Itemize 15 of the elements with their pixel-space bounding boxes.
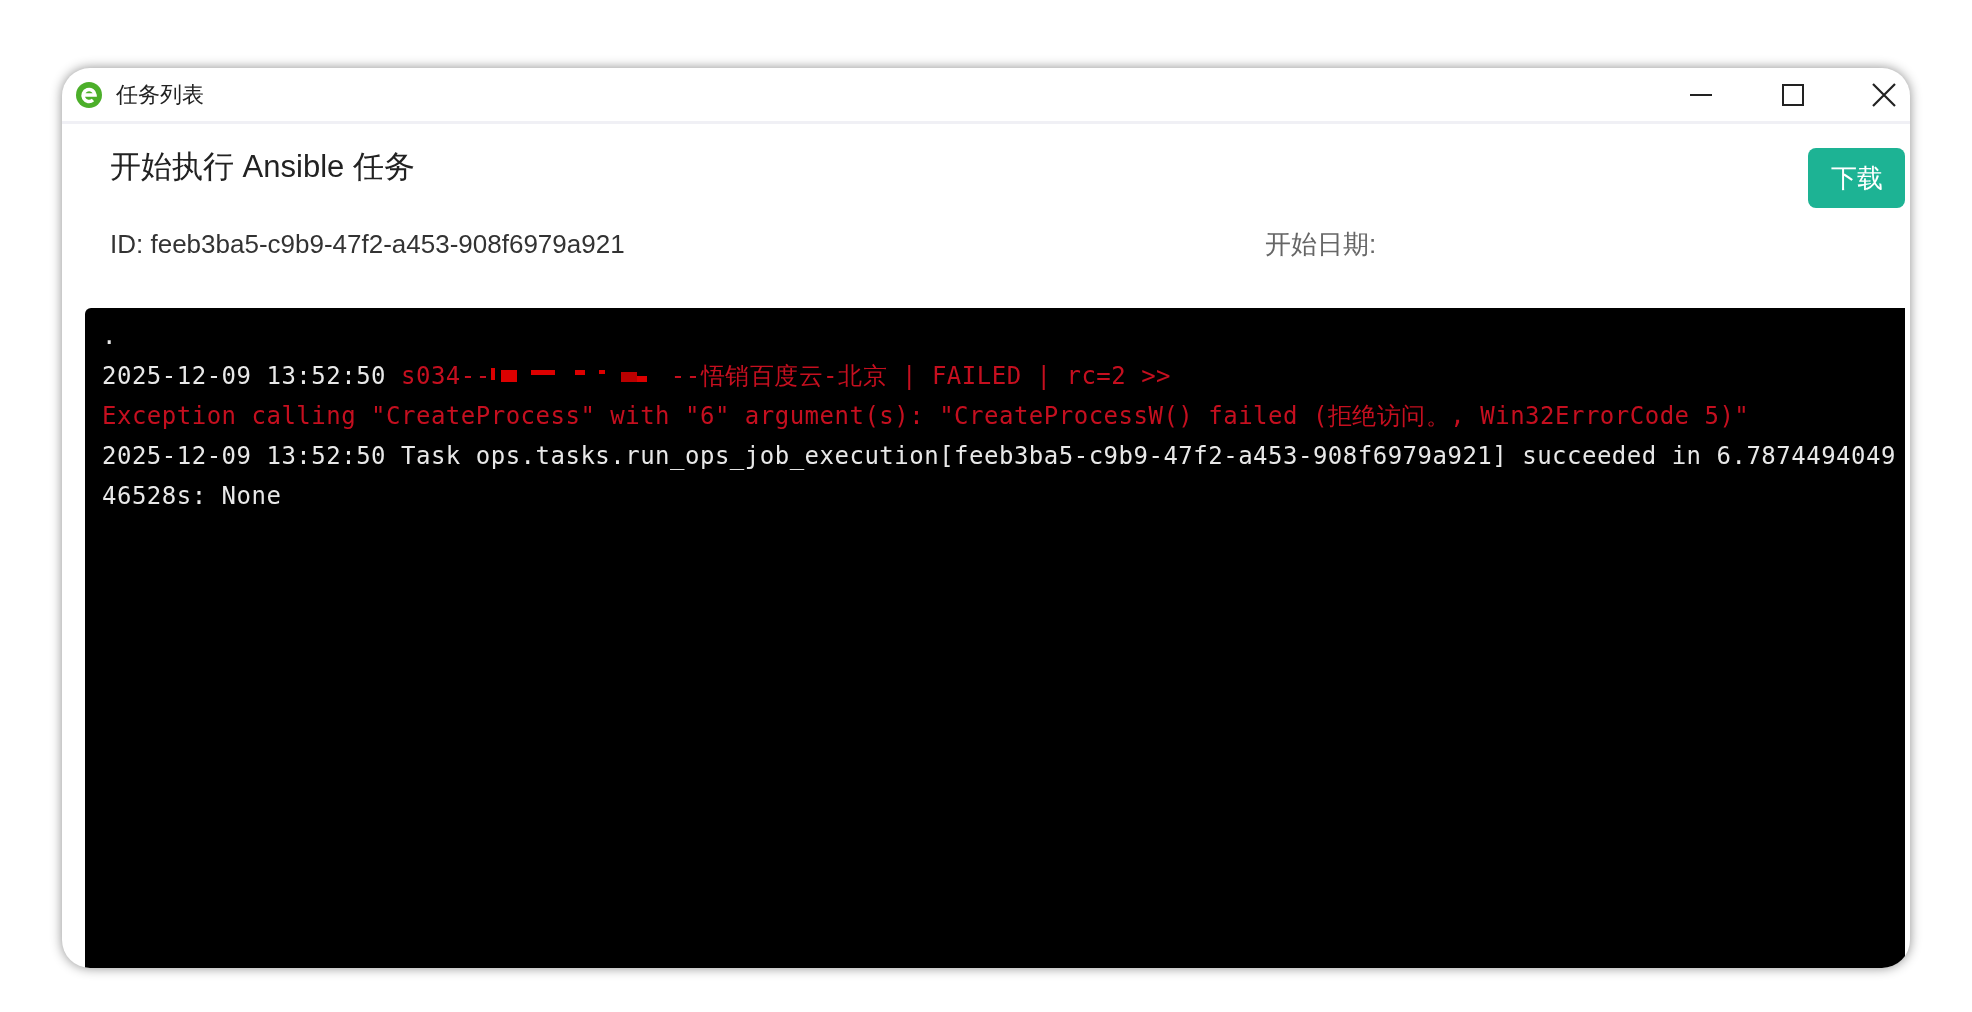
app-logo-icon: [74, 79, 104, 110]
start-date-label: 开始日期:: [1265, 227, 1377, 261]
download-button[interactable]: 下载: [1808, 148, 1905, 208]
close-icon[interactable]: [1872, 82, 1896, 107]
error-log-text: s034--: [401, 361, 491, 392]
maximize-icon[interactable]: [1782, 83, 1804, 106]
task-title: 开始执行 Ansible 任务: [110, 148, 416, 186]
task-id: ID: feeb3ba5-c9b9-47f2-a453-908f6979a921: [110, 227, 626, 261]
log-text: 46528s: None: [102, 481, 282, 512]
error-log-text: --悟销百度云-北京 | FAILED | rc=2 >>: [670, 361, 1172, 392]
log-text: 2025-12-09 13:52:50: [102, 361, 388, 392]
log-text: 2025-12-09 13:52:50 Task ops.tasks.run_ops_job_execution[feeb3ba5-c9b9-47f2-a453-908f6979a921] succeeded in 6.7874494049: [102, 441, 1896, 472]
error-log-text: Exception calling "CreateProcess" with "6" argument(s): "CreateProcessW() failed (拒绝访问。, Win32ErrorCode 5)": [102, 401, 1750, 432]
log-text: .: [102, 321, 117, 352]
window-title: 任务列表: [116, 81, 204, 109]
